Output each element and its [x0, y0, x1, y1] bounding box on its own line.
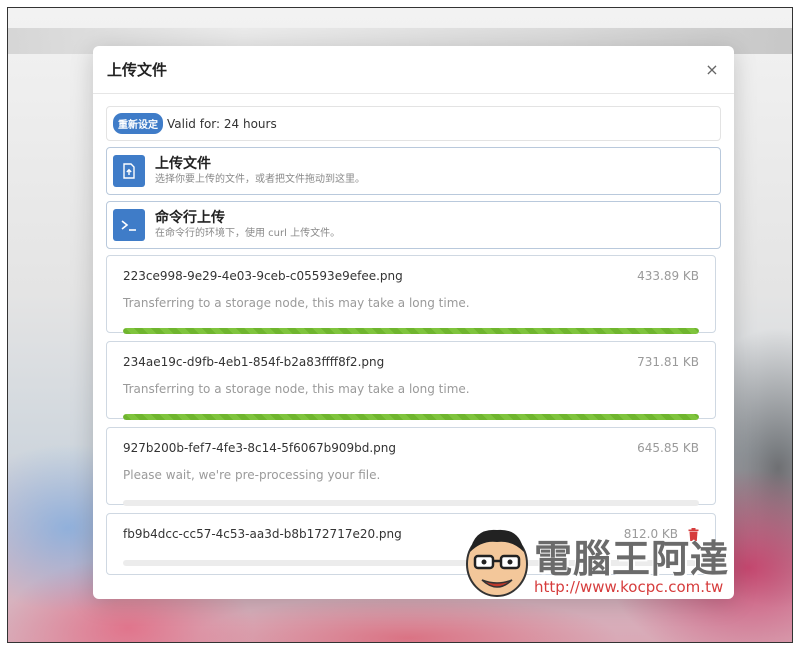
- file-name: 234ae19c-d9fb-4eb1-854f-b2a83ffff8f2.png: [123, 355, 385, 369]
- upload-file-title: 上传文件: [155, 156, 211, 172]
- close-button[interactable]: ×: [704, 60, 720, 79]
- trash-icon[interactable]: [688, 527, 699, 541]
- file-size: 645.85 KB: [637, 441, 699, 455]
- modal-header: 上传文件 ×: [93, 46, 734, 94]
- upload-file-card[interactable]: 上传文件 选择你要上传的文件，或者把文件拖动到这里。: [106, 147, 721, 195]
- file-item: 234ae19c-d9fb-4eb1-854f-b2a83ffff8f2.png…: [106, 341, 716, 420]
- file-status: Transferring to a storage node, this may…: [123, 382, 470, 396]
- progress-bar: [123, 500, 699, 506]
- upload-file-description: 选择你要上传的文件，或者把文件拖动到这里。: [155, 174, 365, 185]
- cli-upload-title: 命令行上传: [155, 210, 225, 226]
- progress-fill: [123, 414, 699, 420]
- file-name: 927b200b-fef7-4fe3-8c14-5f6067b909bd.png: [123, 441, 397, 455]
- file-name: fb9b4dcc-cc57-4c53-aa3d-b8b172717e20.png: [123, 527, 402, 541]
- cli-upload-card[interactable]: 命令行上传 在命令行的环境下，使用 curl 上传文件。: [106, 201, 721, 249]
- file-item: 223ce998-9e29-4e03-9ceb-c05593e9efee.png…: [106, 255, 716, 334]
- progress-bar: [123, 328, 699, 334]
- upload-file-text: 上传文件 选择你要上传的文件，或者把文件拖动到这里。: [155, 155, 365, 187]
- file-name: 223ce998-9e29-4e03-9ceb-c05593e9efee.png: [123, 269, 403, 283]
- file-size: 433.89 KB: [637, 269, 699, 283]
- file-size-wrap: 812.0 KB: [624, 527, 699, 541]
- cli-upload-description: 在命令行的环境下，使用 curl 上传文件。: [155, 228, 341, 239]
- progress-fill: [123, 328, 699, 334]
- file-status: Please wait, we're pre-processing your f…: [123, 468, 381, 482]
- file-status: Transferring to a storage node, this may…: [123, 296, 470, 310]
- file-item: 927b200b-fef7-4fe3-8c14-5f6067b909bd.png…: [106, 427, 716, 506]
- progress-bar: [123, 414, 699, 420]
- validity-row: 重新设定 Valid for: 24 hours: [106, 106, 721, 141]
- validity-text: Valid for: 24 hours: [167, 116, 277, 131]
- terminal-icon: [113, 209, 145, 241]
- file-size: 731.81 KB: [637, 355, 699, 369]
- file-upload-icon: [113, 155, 145, 187]
- file-item: fb9b4dcc-cc57-4c53-aa3d-b8b172717e20.png…: [106, 513, 716, 575]
- modal-body: 重新设定 Valid for: 24 hours 上传文件 选择你要上传的文件，…: [93, 94, 734, 575]
- upload-modal: 上传文件 × 重新设定 Valid for: 24 hours 上传文件 选择你…: [93, 46, 734, 599]
- modal-title: 上传文件: [107, 61, 168, 79]
- progress-bar: [123, 560, 699, 566]
- file-size: 812.0 KB: [623, 527, 678, 541]
- cli-upload-text: 命令行上传 在命令行的环境下，使用 curl 上传文件。: [155, 209, 340, 241]
- reset-validity-button[interactable]: 重新设定: [113, 113, 163, 134]
